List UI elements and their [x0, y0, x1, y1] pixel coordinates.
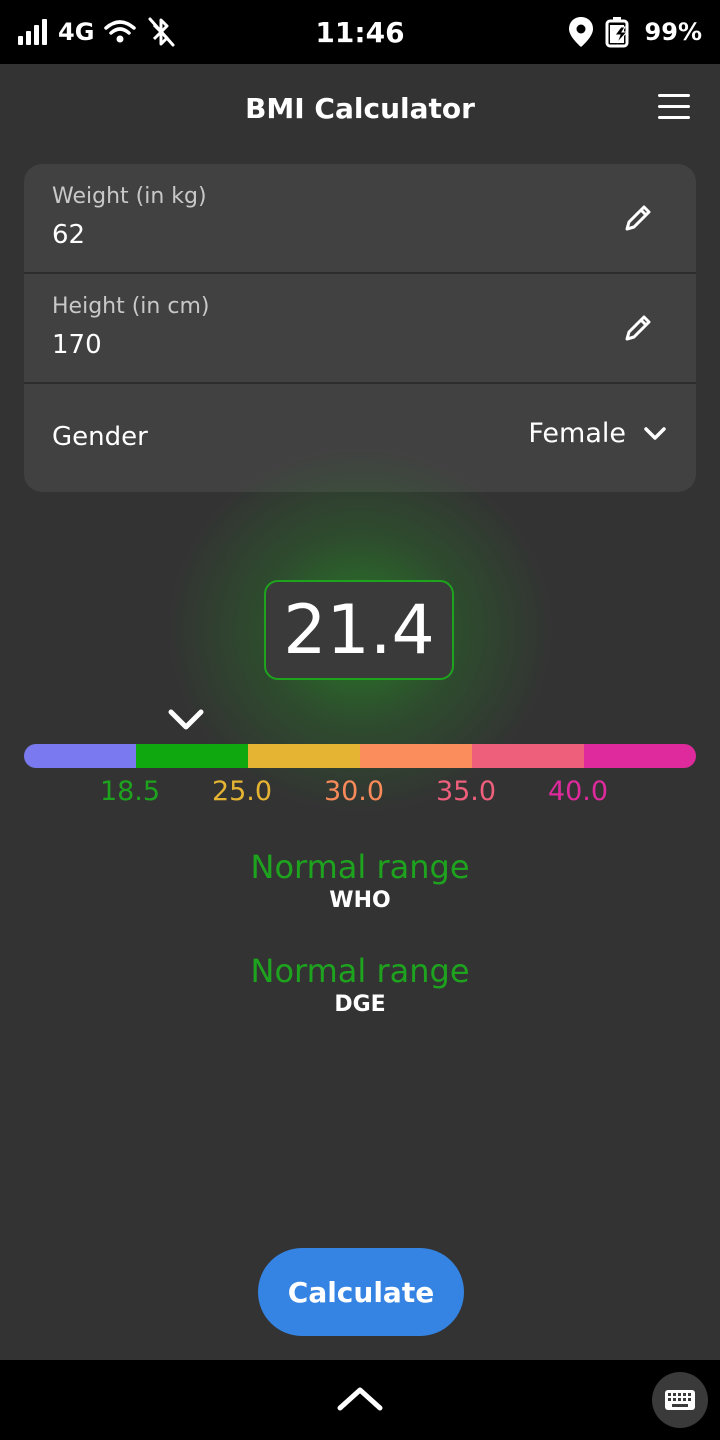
scale-segment: [248, 744, 360, 768]
classification-label: Normal range: [250, 952, 470, 990]
gender-label: Gender: [52, 422, 148, 452]
calculate-button[interactable]: Calculate: [258, 1248, 464, 1336]
classification-source: DGE: [334, 992, 386, 1017]
page-title: BMI Calculator: [245, 92, 475, 125]
bmi-result: 21.4: [264, 580, 454, 680]
height-edit-pencil-icon[interactable]: [622, 312, 654, 344]
battery-charging-icon: [605, 16, 633, 48]
app-header: BMI Calculator: [0, 64, 720, 156]
wifi-icon: [104, 20, 137, 44]
weight-edit-pencil-icon[interactable]: [622, 202, 654, 234]
scale-segment: [584, 744, 696, 768]
location-icon: [568, 17, 593, 47]
hamburger-menu-icon[interactable]: [658, 94, 690, 122]
classification-label: Normal range: [250, 848, 470, 886]
status-left: 4G: [18, 0, 176, 64]
bmi-scale-bar: [24, 744, 696, 768]
classification-source: WHO: [329, 888, 391, 913]
scale-tick-label: 30.0: [323, 776, 385, 807]
scale-tick-label: 35.0: [435, 776, 497, 807]
scale-tick-label: 40.0: [547, 776, 609, 807]
scale-segment: [360, 744, 472, 768]
classification-who: Normal range WHO: [0, 848, 720, 913]
weight-field[interactable]: Weight (in kg) 62: [24, 164, 696, 272]
chevron-up-icon[interactable]: [336, 1384, 384, 1414]
signal-icon: [18, 19, 48, 45]
battery-level: 99%: [644, 18, 702, 46]
bmi-marker-chevron-down-icon: [168, 708, 204, 732]
scale-tick-label: 18.5: [99, 776, 161, 807]
height-field[interactable]: Height (in cm) 170: [24, 274, 696, 382]
status-bar: 4G 11:46 99%: [0, 0, 720, 64]
scale-segment: [136, 744, 248, 768]
scale-segment: [24, 744, 136, 768]
bluetooth-off-icon: [146, 16, 176, 48]
height-value[interactable]: 170: [52, 330, 102, 360]
chevron-down-icon: [644, 426, 666, 440]
scale-segment: [472, 744, 584, 768]
weight-label: Weight (in kg): [52, 184, 207, 209]
network-type: 4G: [58, 18, 95, 46]
classification-dge: Normal range DGE: [0, 952, 720, 1017]
height-label: Height (in cm): [52, 294, 210, 319]
scale-tick-label: 25.0: [211, 776, 273, 807]
weight-value[interactable]: 62: [52, 220, 85, 250]
navigation-bar: [0, 1360, 720, 1440]
status-right: 99%: [568, 0, 702, 64]
keyboard-icon[interactable]: [652, 1372, 708, 1428]
